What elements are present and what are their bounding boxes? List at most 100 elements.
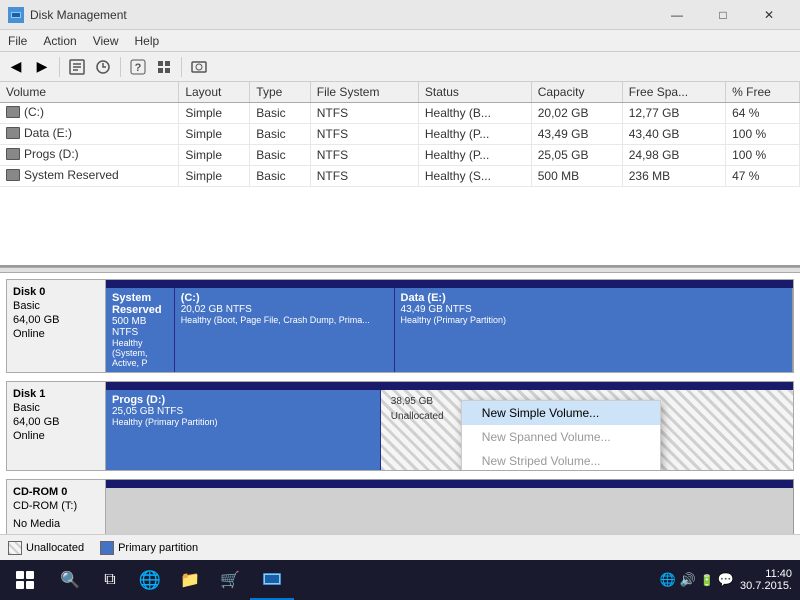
disk0-part2-name: (C:) [181,292,388,304]
disk1-row: Disk 1 Basic 64,00 GB Online Progs (D:) … [6,381,794,471]
col-layout[interactable]: Layout [179,82,250,103]
cell-volume: Progs (D:) [0,145,179,166]
cell-type: Basic [250,124,310,145]
cell-type: Basic [250,103,310,124]
cell-status: Healthy (P... [418,145,531,166]
minimize-button[interactable]: — [654,0,700,30]
cell-status: Healthy (B... [418,103,531,124]
toolbar-sep-1 [59,57,60,77]
col-filesystem[interactable]: File System [310,82,418,103]
context-new-spanned[interactable]: New Spanned Volume... [462,425,660,449]
taskbar-edge-icon[interactable]: 🌐 [130,560,170,600]
disk0-part1[interactable]: System Reserved 500 MB NTFS Healthy (Sys… [106,288,175,372]
table-row[interactable]: Progs (D:) Simple Basic NTFS Healthy (P.… [0,145,800,166]
properties-button[interactable] [65,55,89,79]
disk0-part2-size: 20,02 GB NTFS [181,304,388,315]
cell-capacity: 43,49 GB [531,124,622,145]
taskbar-search-button[interactable]: 🔍 [50,560,90,600]
taskbar-battery-icon: 🔋 [700,574,714,587]
cdrom0-label: CD-ROM 0 CD-ROM (T:) No Media [6,479,106,534]
rescan-button[interactable] [91,55,115,79]
disk1-size: 64,00 GB [13,416,99,428]
forward-button[interactable]: ▶ [30,55,54,79]
disk1-unalloc[interactable]: 38,95 GB Unallocated New Simple Volume..… [381,390,793,470]
menu-file[interactable]: File [0,30,35,52]
legend-primary-label: Primary partition [118,542,198,554]
toolbar: ◀ ▶ ? [0,52,800,82]
menu-help[interactable]: Help [127,30,168,52]
maximize-button[interactable]: □ [700,0,746,30]
disk0-part3-status: Healthy (Primary Partition) [401,315,786,325]
cdrom0-status: No Media [13,518,99,530]
disk1-part1-size: 25,05 GB NTFS [112,406,374,417]
cell-free: 43,40 GB [622,124,725,145]
disk0-partitions: System Reserved 500 MB NTFS Healthy (Sys… [106,279,794,373]
col-status[interactable]: Status [418,82,531,103]
title-bar-left: Disk Management [8,7,127,23]
legend-primary-box [100,541,114,555]
help-button[interactable]: ? [126,55,150,79]
context-new-simple[interactable]: New Simple Volume... [462,401,660,425]
taskbar-date: 30.7.2015. [740,580,792,592]
taskbar-diskmgmt-app[interactable] [250,560,294,600]
svg-text:?: ? [135,62,142,74]
taskbar-notification-icon: 💬 [718,572,734,588]
context-new-striped[interactable]: New Striped Volume... [462,449,660,471]
col-pct[interactable]: % Free [726,82,800,103]
settings-button[interactable] [152,55,176,79]
disk0-part3[interactable]: Data (E:) 43,49 GB NTFS Healthy (Primary… [395,288,793,372]
cell-capacity: 500 MB [531,166,622,187]
disk-table-area: Volume Layout Type File System Status Ca… [0,82,800,267]
col-capacity[interactable]: Capacity [531,82,622,103]
disk0-status: Online [13,328,99,340]
toolbar-sep-2 [120,57,121,77]
taskbar-time: 11:40 [740,568,792,580]
cell-status: Healthy (P... [418,124,531,145]
cell-pct: 47 % [726,166,800,187]
start-button[interactable] [0,560,50,600]
taskbar-right: 🌐 🔊 🔋 💬 11:40 30.7.2015. [652,568,800,592]
col-type[interactable]: Type [250,82,310,103]
cell-pct: 64 % [726,103,800,124]
taskbar: 🔍 ⧉ 🌐 📁 🛒 🌐 🔊 🔋 💬 11:40 30.7.2015. [0,560,800,600]
cdrom0-name: CD-ROM 0 [13,486,99,498]
disk0-part2[interactable]: (C:) 20,02 GB NTFS Healthy (Boot, Page F… [175,288,395,372]
legend-unalloc-label: Unallocated [26,542,84,554]
disk0-part3-size: 43,49 GB NTFS [401,304,786,315]
menu-action[interactable]: Action [35,30,84,52]
context-menu: New Simple Volume... New Spanned Volume.… [461,400,661,471]
windows-logo-icon [16,571,34,589]
cell-volume: System Reserved [0,166,179,187]
app-icon [8,7,24,23]
taskbar-task-view[interactable]: ⧉ [90,560,130,600]
menu-view[interactable]: View [85,30,127,52]
disk1-part1[interactable]: Progs (D:) 25,05 GB NTFS Healthy (Primar… [106,390,381,470]
col-volume[interactable]: Volume [0,82,179,103]
cell-type: Basic [250,145,310,166]
cell-capacity: 20,02 GB [531,103,622,124]
cell-type: Basic [250,166,310,187]
table-header-row: Volume Layout Type File System Status Ca… [0,82,800,103]
taskbar-explorer-icon[interactable]: 📁 [170,560,210,600]
cell-pct: 100 % [726,124,800,145]
cell-fs: NTFS [310,124,418,145]
back-button[interactable]: ◀ [4,55,28,79]
disk1-name: Disk 1 [13,388,99,400]
disk0-size: 64,00 GB [13,314,99,326]
table-row[interactable]: (C:) Simple Basic NTFS Healthy (B... 20,… [0,103,800,124]
taskbar-store-icon[interactable]: 🛒 [210,560,250,600]
cell-fs: NTFS [310,145,418,166]
col-free[interactable]: Free Spa... [622,82,725,103]
close-button[interactable]: ✕ [746,0,792,30]
extra-button[interactable] [187,55,211,79]
disk1-partitions: Progs (D:) 25,05 GB NTFS Healthy (Primar… [106,381,794,471]
toolbar-sep-3 [181,57,182,77]
table-row[interactable]: Data (E:) Simple Basic NTFS Healthy (P..… [0,124,800,145]
taskbar-clock: 11:40 30.7.2015. [740,568,792,592]
disk0-part1-size: 500 MB NTFS [112,316,168,338]
cell-free: 236 MB [622,166,725,187]
table-row[interactable]: System Reserved Simple Basic NTFS Health… [0,166,800,187]
disk-table-body: (C:) Simple Basic NTFS Healthy (B... 20,… [0,103,800,187]
taskbar-volume-icon: 🔊 [680,572,696,588]
cdrom0-partitions [106,479,794,534]
